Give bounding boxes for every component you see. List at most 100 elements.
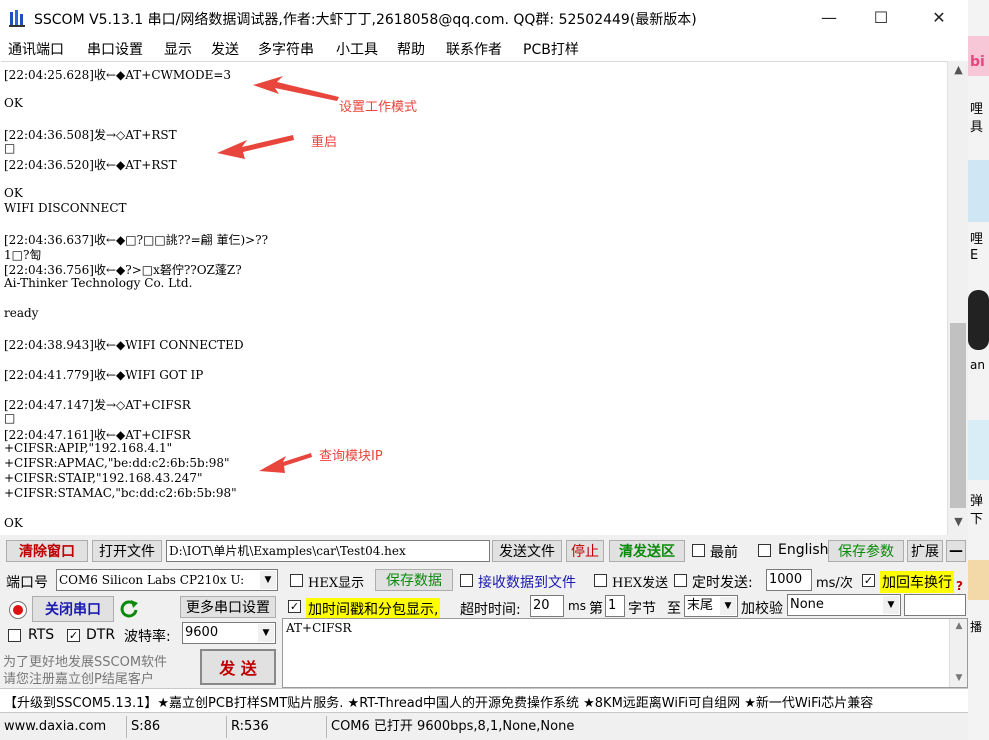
bg-text: an — [970, 358, 985, 372]
news-ticker[interactable]: 【升级到SSCOM5.13.1】★嘉立创PCB打样SMT贴片服务. ★RT-Th… — [0, 688, 968, 712]
byte-prefix-label: 第 — [589, 601, 603, 617]
to-label: 至 — [667, 601, 681, 617]
title-bar: SSCOM V5.13.1 串口/网络数据调试器,作者:大虾丁丁,2618058… — [0, 0, 968, 34]
recv-to-file-label: 接收数据到文件 — [478, 575, 576, 591]
baud-select-value: 9600 — [185, 625, 219, 640]
scroll-down-icon[interactable]: ▼ — [950, 673, 968, 683]
menu-serial-settings[interactable]: 串口设置 — [87, 39, 143, 59]
news-ticker-text: 【升级到SSCOM5.13.1】★嘉立创PCB打样SMT贴片服务. ★RT-Th… — [4, 696, 874, 711]
control-panel: 清除窗口 打开文件 D:\IOT\单片机\Examples\car\Test04… — [0, 535, 968, 688]
timestamp-checkbox[interactable]: ✓ — [288, 600, 301, 613]
arrow-mode — [253, 76, 339, 101]
help-question-icon[interactable]: ? — [956, 579, 963, 593]
collapse-button[interactable]: — — [946, 540, 966, 562]
timestamp-label: 加时间戳和分包显示, — [306, 598, 441, 620]
timed-send-checkbox[interactable] — [674, 574, 687, 587]
dtr-checkbox[interactable]: ✓ — [67, 629, 80, 642]
scroll-thumb[interactable] — [950, 323, 966, 508]
menu-display[interactable]: 显示 — [164, 39, 192, 59]
interval-unit-label: ms/次 — [816, 576, 853, 591]
bg-text: bi — [970, 54, 985, 70]
menu-send[interactable]: 发送 — [211, 39, 239, 59]
english-checkbox[interactable] — [758, 544, 771, 557]
rts-checkbox[interactable] — [8, 629, 21, 642]
menu-help[interactable]: 帮助 — [397, 39, 425, 59]
checksum-select[interactable]: None ▼ — [787, 594, 901, 616]
recv-to-file-checkbox[interactable] — [460, 574, 473, 587]
port-select[interactable]: COM6 Silicon Labs CP210x U: ▼ — [56, 569, 278, 591]
bg-text: 播 — [970, 620, 983, 634]
more-serial-settings-button[interactable]: 更多串口设置 — [180, 596, 276, 618]
open-file-button[interactable]: 打开文件 — [92, 540, 162, 562]
add-crlf-label: 加回车换行 — [880, 571, 954, 593]
window-title: SSCOM V5.13.1 串口/网络数据调试器,作者:大虾丁丁,2618058… — [34, 12, 697, 28]
close-port-button[interactable]: 关闭串口 — [32, 596, 114, 622]
port-label: 端口号 — [6, 575, 48, 591]
menu-multi-string[interactable]: 多字符串 — [258, 39, 314, 59]
minimize-button[interactable]: — — [806, 0, 852, 34]
end-select[interactable]: 末尾 ▼ — [684, 595, 738, 617]
receive-area[interactable]: [22:04:25.628]收←◆AT+CWMODE=3 OK [22:04:3… — [1, 61, 947, 535]
baud-select[interactable]: 9600 ▼ — [182, 622, 276, 644]
scroll-up-icon[interactable]: ▲ — [950, 621, 968, 631]
close-button[interactable]: ✕ — [916, 0, 962, 34]
scroll-up-icon[interactable]: ▲ — [948, 63, 969, 81]
status-website[interactable]: www.daxia.com — [0, 716, 124, 738]
annotation-set-mode: 设置工作模式 — [339, 100, 418, 115]
annotation-query-ip: 查询模块IP — [319, 449, 383, 464]
send-scrollbar[interactable]: ▲ ▼ — [949, 619, 967, 687]
interval-input[interactable]: 1000 — [766, 569, 812, 591]
stop-button[interactable]: 停止 — [566, 540, 604, 562]
send-file-button[interactable]: 发送文件 — [492, 540, 562, 562]
add-crlf-checkbox[interactable]: ✓ — [862, 574, 875, 587]
bg-text: 弹 — [970, 494, 984, 509]
annotation-restart: 重启 — [311, 135, 338, 150]
status-port-info: COM6 已打开 9600bps,8,1,None,None — [326, 716, 966, 738]
menu-comm-port[interactable]: 通讯端口 — [8, 39, 64, 59]
clear-window-button[interactable]: 清除窗口 — [6, 540, 88, 562]
checksum-select-value: None — [790, 597, 824, 612]
bg-text: E — [970, 248, 979, 263]
chevron-down-icon[interactable]: ▼ — [258, 624, 274, 642]
chevron-down-icon[interactable]: ▼ — [720, 597, 736, 615]
hex-send-checkbox[interactable] — [594, 574, 607, 587]
topmost-checkbox[interactable] — [692, 544, 705, 557]
maximize-button[interactable]: ☐ — [858, 0, 904, 34]
status-bar: www.daxia.com S:86 R:536 COM6 已打开 9600bp… — [0, 712, 968, 740]
bg-text: 哩 — [970, 102, 984, 117]
background-desktop: bi 哩 具 哩 E an 弹 下 播 — [968, 0, 989, 740]
save-params-button[interactable]: 保存参数 — [828, 540, 904, 562]
file-path-field[interactable]: D:\IOT\单片机\Examples\car\Test04.hex — [166, 540, 490, 562]
chevron-down-icon[interactable]: ▼ — [883, 596, 899, 614]
send-text: AT+CIFSR — [286, 621, 352, 635]
save-data-button[interactable]: 保存数据 — [375, 569, 453, 591]
app-icon — [8, 8, 28, 28]
hex-send-label: HEX发送 — [612, 576, 669, 591]
menu-tools[interactable]: 小工具 — [336, 39, 378, 59]
chevron-down-icon[interactable]: ▼ — [260, 571, 276, 589]
refresh-icon[interactable] — [118, 598, 140, 620]
rts-label: RTS — [28, 627, 55, 643]
menu-pcb-order[interactable]: PCB打样 — [523, 39, 579, 59]
timed-send-label: 定时发送: — [692, 575, 753, 591]
checksum-label: 加校验 — [741, 601, 783, 617]
arrow-restart — [217, 135, 294, 159]
receive-scrollbar[interactable]: ▲ ▼ — [947, 61, 968, 535]
expand-button[interactable]: 扩展 — [907, 540, 943, 562]
end-select-value: 末尾 — [687, 598, 714, 613]
send-textarea[interactable]: AT+CIFSR ▲ ▼ — [282, 618, 968, 688]
port-select-value: COM6 Silicon Labs CP210x U: — [59, 573, 245, 587]
timeout-input[interactable]: 20 — [530, 595, 564, 617]
menu-contact-author[interactable]: 联系作者 — [446, 39, 502, 59]
scroll-down-icon[interactable]: ▼ — [948, 515, 969, 533]
send-button[interactable]: 发 送 — [200, 649, 276, 685]
arrow-query-ip — [259, 453, 312, 473]
status-sent-count: S:86 — [126, 716, 224, 738]
bg-text: 下 — [970, 512, 984, 527]
annotation-arrows — [217, 76, 339, 473]
byte-index-input[interactable]: 1 — [605, 595, 625, 617]
clear-send-button[interactable]: 清发送区 — [609, 540, 685, 562]
topmost-label: 最前 — [710, 545, 738, 561]
hex-display-checkbox[interactable] — [290, 574, 303, 587]
bg-text: 具 — [970, 120, 984, 135]
